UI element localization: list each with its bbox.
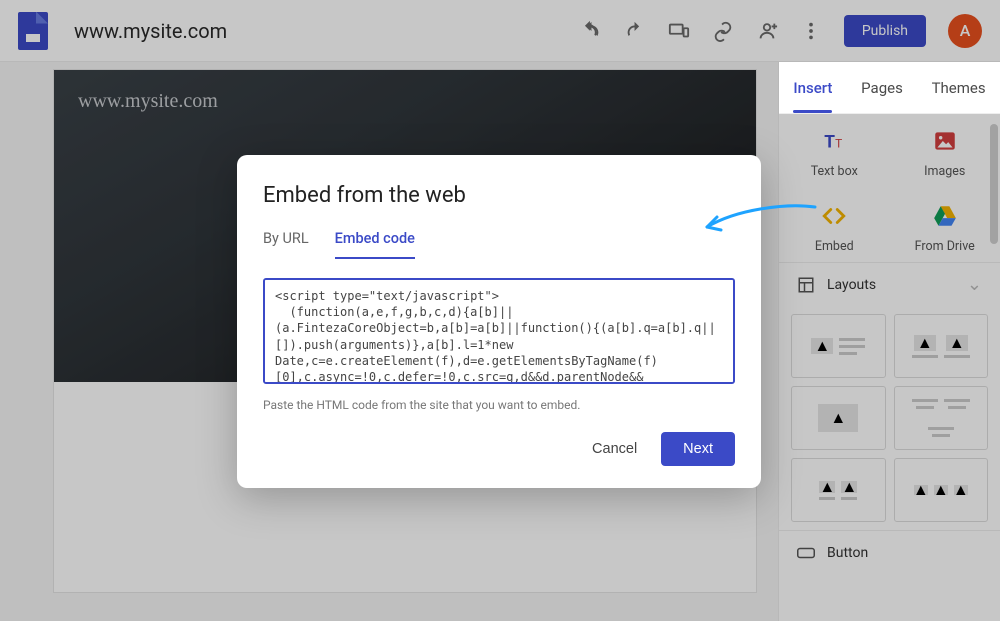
layout-option-1[interactable]: ▲ xyxy=(791,314,886,378)
next-button[interactable]: Next xyxy=(661,432,735,466)
button-icon xyxy=(797,547,815,559)
modal-tab-embed-code[interactable]: Embed code xyxy=(335,230,415,259)
tab-insert[interactable]: Insert xyxy=(793,79,832,97)
device-preview-icon[interactable] xyxy=(668,20,690,42)
add-person-icon[interactable] xyxy=(756,20,778,42)
insert-drive[interactable]: From Drive xyxy=(890,203,1000,254)
modal-tabs: By URL Embed code xyxy=(263,230,735,260)
redo-icon[interactable] xyxy=(624,20,646,42)
insert-embed[interactable]: Embed xyxy=(779,203,890,254)
panel-scrollbar[interactable] xyxy=(990,124,998,244)
insert-images[interactable]: Images xyxy=(890,128,1000,179)
drive-icon xyxy=(932,203,958,229)
embed-modal: Embed from the web By URL Embed code Pas… xyxy=(237,155,761,488)
undo-icon[interactable] xyxy=(580,20,602,42)
embed-helper-text: Paste the HTML code from the site that y… xyxy=(263,398,735,412)
button-section[interactable]: Button xyxy=(779,530,1000,574)
modal-title: Embed from the web xyxy=(263,183,735,208)
app-logo-icon xyxy=(18,12,48,50)
layout-option-5[interactable]: ▲ ▲ xyxy=(791,458,886,522)
embed-code-textarea[interactable] xyxy=(263,278,735,384)
more-icon[interactable] xyxy=(800,20,822,42)
tab-pages[interactable]: Pages xyxy=(861,79,903,97)
image-icon xyxy=(932,128,958,154)
layout-option-2[interactable]: ▲ ▲ xyxy=(894,314,989,378)
layout-templates: ▲ ▲ ▲ ▲ ▲ ▲ ▲ ▲ ▲ xyxy=(779,306,1000,530)
layouts-icon xyxy=(797,276,815,294)
site-title[interactable]: www.mysite.com xyxy=(74,19,580,43)
link-icon[interactable] xyxy=(712,20,734,42)
top-toolbar: www.mysite.com Publish A xyxy=(0,0,1000,62)
layout-option-3[interactable]: ▲ xyxy=(791,386,886,450)
insert-textbox-label: Text box xyxy=(811,164,858,179)
insert-textbox[interactable]: TT Text box xyxy=(779,128,890,179)
svg-text:T: T xyxy=(825,133,836,153)
insert-embed-label: Embed xyxy=(815,239,854,254)
layout-option-6[interactable]: ▲ ▲ ▲ xyxy=(894,458,989,522)
button-label: Button xyxy=(827,545,868,561)
insert-drive-label: From Drive xyxy=(915,239,975,254)
right-panel: Insert Pages Themes TT Text box Images E… xyxy=(778,62,1000,621)
account-avatar[interactable]: A xyxy=(948,14,982,48)
embed-icon xyxy=(821,203,847,229)
textbox-icon: TT xyxy=(821,128,847,154)
cancel-button[interactable]: Cancel xyxy=(576,432,653,466)
hero-title[interactable]: www.mysite.com xyxy=(78,90,218,112)
svg-text:T: T xyxy=(835,137,842,151)
publish-button[interactable]: Publish xyxy=(844,15,926,47)
tab-themes[interactable]: Themes xyxy=(932,79,986,97)
layout-option-4[interactable] xyxy=(894,386,989,450)
placeholder-icon: ▲ xyxy=(811,338,833,354)
insert-images-label: Images xyxy=(924,164,965,179)
panel-tabs: Insert Pages Themes xyxy=(779,62,1000,114)
layouts-label: Layouts xyxy=(827,277,876,293)
modal-tab-url[interactable]: By URL xyxy=(263,230,309,259)
layouts-section-header[interactable]: Layouts ⌄ xyxy=(779,262,1000,306)
